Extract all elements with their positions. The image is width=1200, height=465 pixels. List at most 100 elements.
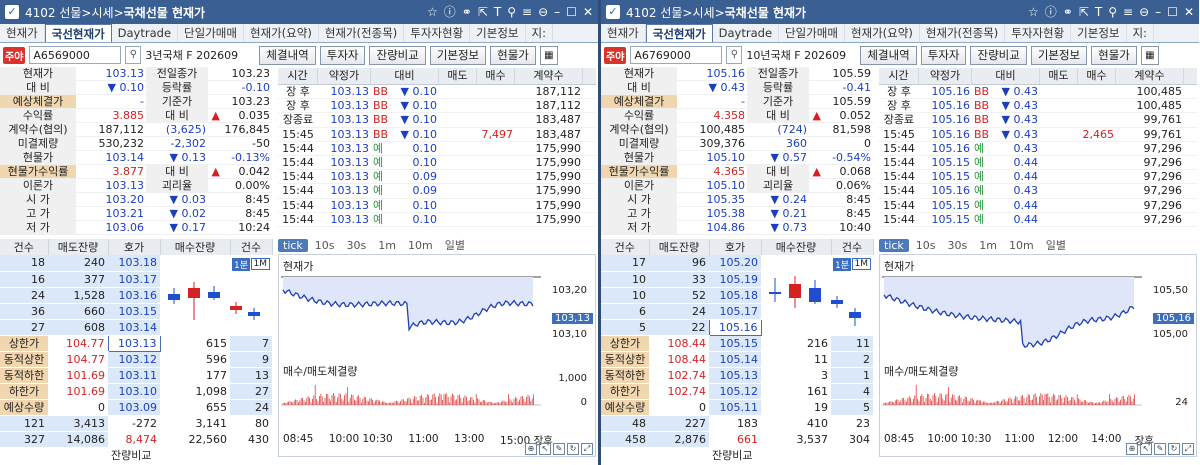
session-badge[interactable]: 주야 <box>3 46 26 64</box>
refresh-icon[interactable]: ↻ <box>567 443 579 455</box>
interval-tab[interactable]: 30s <box>943 239 973 252</box>
minimize-icon[interactable]: ⊖ <box>538 5 548 19</box>
price-chart[interactable]: 현재가 매수/매도체결량 105,50 105,00 105,16 24 08:… <box>879 254 1197 457</box>
restore-icon[interactable]: – <box>554 5 560 19</box>
interval-tab[interactable]: 10s <box>911 239 941 252</box>
bid-row[interactable]: 예상수량 0 105.11 19 5 <box>601 399 873 416</box>
pen-icon[interactable]: ✎ <box>1154 443 1166 455</box>
trade-row[interactable]: 15:44 105.15 예 0.44 97,296 <box>879 170 1197 185</box>
text-icon[interactable]: T <box>494 5 501 19</box>
interval-tab[interactable]: 10m <box>1004 239 1039 252</box>
trade-row[interactable]: 장 후 105.16 BB ▼ 0.43 100,485 <box>879 99 1197 114</box>
trade-row[interactable]: 장 후 103.13 BB ▼ 0.10 187,112 <box>278 99 596 114</box>
trade-column-header[interactable]: 시간 <box>278 68 318 84</box>
cursor-icon[interactable]: ↖ <box>1140 443 1152 455</box>
checkbox-icon[interactable]: ✓ <box>5 5 19 19</box>
bid-row[interactable]: 동적하한 102.74 105.13 3 1 <box>601 367 873 384</box>
toolbar-button[interactable]: 잔량비교 <box>970 45 1027 65</box>
toolbar-button[interactable]: 투자자 <box>319 45 366 65</box>
toolbar-button[interactable]: 기본정보 <box>429 45 487 65</box>
tab-item[interactable]: 국선현재가 <box>44 24 112 42</box>
close-icon[interactable]: ✕ <box>583 5 593 19</box>
trade-row[interactable]: 15:44 103.13 예 0.09 175,990 <box>278 184 596 199</box>
menu-icon[interactable]: ≡ <box>1123 5 1133 19</box>
close-icon[interactable]: ✕ <box>1184 5 1194 19</box>
tab-item[interactable]: 단일가매매 <box>779 24 845 42</box>
search-icon[interactable]: ⚲ <box>726 46 743 64</box>
minimize-icon[interactable]: ⊖ <box>1139 5 1149 19</box>
trade-column-header[interactable]: 계약수 <box>1116 68 1184 84</box>
toolbar-button[interactable]: 잔량비교 <box>369 45 426 65</box>
toolbar-button[interactable]: 체결내역 <box>860 45 917 65</box>
zoom-icon[interactable]: ⊕ <box>1126 443 1138 455</box>
export-icon[interactable]: ⇱ <box>1079 5 1089 19</box>
tab-item[interactable]: 현재가 <box>0 24 45 42</box>
toolbar-button[interactable]: 현물가 <box>1091 45 1137 65</box>
trade-column-header[interactable]: 약정가 <box>919 68 972 84</box>
refresh-icon[interactable]: ↻ <box>1168 443 1180 455</box>
search-icon[interactable]: ⚲ <box>125 46 142 64</box>
expand-icon[interactable]: ⤢ <box>581 443 593 455</box>
interval-tab[interactable]: 10s <box>310 239 340 252</box>
tab-item[interactable]: Daytrade <box>112 24 179 42</box>
interval-tab[interactable]: 30s <box>342 239 372 252</box>
toolbar-button[interactable]: 기본정보 <box>1030 45 1088 65</box>
bid-row[interactable]: 상한가 104.77 103.13 615 7 <box>0 334 272 352</box>
interval-tab[interactable]: 1m <box>974 239 1002 252</box>
checkbox-icon[interactable]: ✓ <box>606 5 620 19</box>
tab-item[interactable]: 투자자현황 <box>404 24 471 42</box>
trade-row[interactable]: 15:44 105.15 예 0.44 97,296 <box>879 199 1197 213</box>
interval-tab[interactable]: 10m <box>403 239 438 252</box>
grid-icon[interactable]: ▦ <box>1140 45 1159 65</box>
trade-column-header[interactable]: 계약수 <box>515 68 583 84</box>
trade-row[interactable]: 장 후 105.16 BB ▼ 0.43 100,485 <box>879 85 1197 100</box>
interval-1min[interactable]: 1분 <box>231 258 250 271</box>
pin-icon[interactable]: ⚲ <box>507 5 516 19</box>
menu-icon[interactable]: ≡ <box>522 5 532 19</box>
trade-row[interactable]: 장종료 103.13 BB ▼ 0.10 183,487 <box>278 113 596 128</box>
trade-row[interactable]: 15:44 103.13 예 0.09 175,990 <box>278 170 596 185</box>
star-icon[interactable]: ☆ <box>1028 5 1039 19</box>
tab-item[interactable]: 현재가(요약) <box>244 24 319 42</box>
maximize-icon[interactable]: ☐ <box>1167 5 1178 19</box>
tab-item[interactable]: 현재가(요약) <box>845 24 920 42</box>
bid-row[interactable]: 하한가 102.74 105.12 161 4 <box>601 383 873 400</box>
restore-icon[interactable]: – <box>1155 5 1161 19</box>
link-icon[interactable]: ⚭ <box>1063 5 1073 19</box>
trade-column-header[interactable]: 대비 <box>371 68 439 84</box>
trade-column-header[interactable]: 매도 <box>1040 68 1078 84</box>
toolbar-button[interactable]: 투자자 <box>920 45 967 65</box>
trade-column-header[interactable]: 매수 <box>477 68 515 84</box>
trade-row[interactable]: 15:44 103.13 예 0.10 175,990 <box>278 142 596 156</box>
interval-tab[interactable]: 일별 <box>440 237 470 253</box>
interval-1min[interactable]: 1분 <box>832 258 851 271</box>
zoom-icon[interactable]: ⊕ <box>525 443 537 455</box>
tab-item[interactable]: 현재가(전종목) <box>319 24 405 42</box>
bid-row[interactable]: 하한가 101.69 103.10 1,098 27 <box>0 383 272 400</box>
tab-item[interactable]: 지: <box>1127 24 1154 42</box>
trade-row[interactable]: 15:44 105.15 예 0.44 97,296 <box>879 156 1197 171</box>
trade-row[interactable]: 장 후 103.13 BB ▼ 0.10 187,112 <box>278 85 596 100</box>
text-icon[interactable]: T <box>1095 5 1102 19</box>
tab-item[interactable]: Daytrade <box>713 24 780 42</box>
title-bar[interactable]: ✓ 4102 선물>시세>국채선물 현재가 ☆ ⓘ ⚭ ⇱ T ⚲ ≡ ⊖ – … <box>0 0 598 24</box>
bid-row[interactable]: 상한가 108.44 105.15 216 11 <box>601 335 873 352</box>
trade-row[interactable]: 15:44 105.16 예 0.43 97,296 <box>879 184 1197 199</box>
trade-list[interactable]: 시간 약정가 대비 매도 매수 계약수 장 후 103.13 BB ▼ 0.10 187,1… <box>278 68 596 227</box>
tab-item[interactable]: 지: <box>526 24 553 42</box>
info-icon[interactable]: ⓘ <box>1045 5 1057 19</box>
interval-1month[interactable]: 1M <box>851 258 871 270</box>
bid-row[interactable]: 예상수량 0 103.09 655 24 <box>0 399 272 416</box>
toolbar-button[interactable]: 현물가 <box>490 45 536 65</box>
interval-tab[interactable]: tick <box>879 238 909 252</box>
code-input[interactable]: A6569000 <box>29 46 122 64</box>
trade-column-header[interactable]: 시간 <box>879 68 919 84</box>
session-badge[interactable]: 주야 <box>604 46 627 64</box>
star-icon[interactable]: ☆ <box>427 5 438 19</box>
tab-item[interactable]: 투자자현황 <box>1005 24 1072 42</box>
grid-icon[interactable]: ▦ <box>539 45 558 65</box>
maximize-icon[interactable]: ☐ <box>566 5 577 19</box>
bid-row[interactable]: 동적상한 108.44 105.14 11 2 <box>601 351 873 368</box>
tab-item[interactable]: 국선현재가 <box>645 24 713 42</box>
tab-item[interactable]: 현재가 <box>601 24 646 42</box>
